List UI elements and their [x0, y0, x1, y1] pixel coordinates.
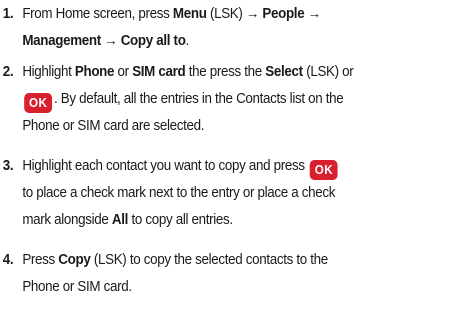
ok-key-icon: OK	[309, 160, 338, 180]
step-line: Press Copy (LSK) to copy the selected co…	[22, 247, 468, 274]
step-text: Press Copy (LSK) to copy the selected co…	[22, 247, 468, 301]
text-run-bold: Copy	[58, 252, 91, 268]
text-run-bold: SIM card	[132, 64, 186, 80]
text-run: or	[114, 64, 133, 80]
ok-key-icon: OK	[24, 93, 53, 113]
text-run: Highlight each contact you want to copy …	[22, 158, 309, 174]
text-run: Press	[22, 252, 59, 268]
text-run-bold: Phone	[74, 64, 115, 80]
text-run-bold: → People →	[245, 6, 321, 22]
text-run: (LSK) to copy the selected contacts to t…	[90, 252, 328, 268]
step-line: Highlight Phone or SIM card the press th…	[22, 59, 468, 86]
text-run: to place a check mark next to the entry …	[22, 185, 336, 201]
step-line: Highlight each contact you want to copy …	[22, 153, 468, 180]
step-text: Highlight each contact you want to copy …	[22, 153, 468, 234]
text-run-bold: Select	[265, 64, 303, 80]
step-number: 3.	[2, 158, 14, 174]
text-run: Phone or SIM card.	[22, 279, 132, 295]
text-run-bold: Menu	[172, 6, 207, 22]
step-line: Phone or SIM card are selected.	[22, 113, 468, 140]
text-run-bold: All	[111, 212, 129, 228]
text-run: mark alongside	[22, 212, 112, 228]
step-text: Highlight Phone or SIM card the press th…	[22, 59, 468, 140]
step-number: 1.	[2, 6, 14, 22]
step-line: OK. By default, all the entries in the C…	[22, 86, 468, 113]
text-run: Phone or SIM card are selected.	[22, 118, 205, 134]
step-line: mark alongside All to copy all entries.	[22, 207, 468, 234]
step-text: From Home screen, press Menu (LSK) → Peo…	[22, 1, 468, 55]
text-run: Highlight	[22, 64, 75, 80]
text-run: (LSK) or	[302, 64, 354, 80]
text-run: .	[185, 33, 190, 49]
step-line: Phone or SIM card.	[22, 274, 468, 301]
step-line: Management → Copy all to.	[22, 28, 468, 55]
step-line: to place a check mark next to the entry …	[22, 180, 468, 207]
step-number: 4.	[2, 252, 14, 268]
step-number: 2.	[2, 64, 14, 80]
step-line: From Home screen, press Menu (LSK) → Peo…	[22, 1, 468, 28]
text-run-bold: Management → Copy all to	[22, 33, 186, 49]
text-run: (LSK)	[206, 6, 246, 22]
text-run: to copy all entries.	[128, 212, 233, 228]
text-run: the press the	[185, 64, 266, 80]
text-run: . By default, all the entries in the Con…	[53, 91, 344, 107]
text-run: From Home screen, press	[22, 6, 173, 22]
